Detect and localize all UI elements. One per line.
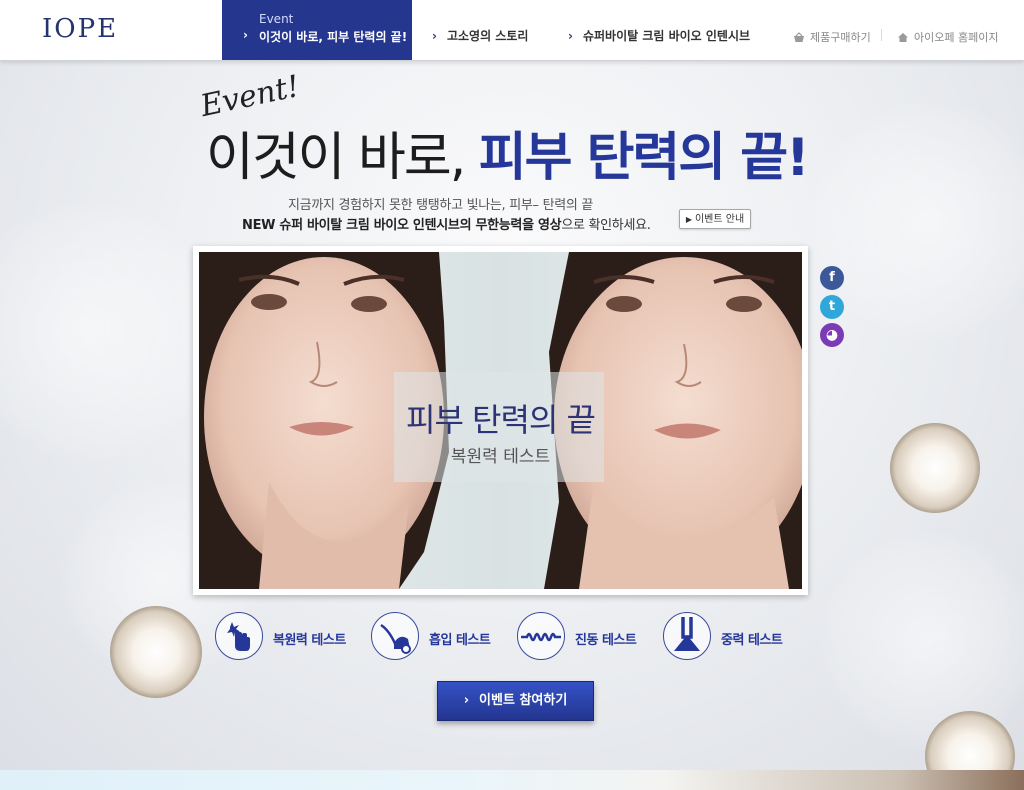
play-triangle-icon: ▶ xyxy=(685,215,692,224)
test-restoration-label: 복원력 테스트 xyxy=(273,633,346,648)
buy-product-link[interactable]: 제품구매하기 xyxy=(793,29,871,45)
bokeh-decoration xyxy=(0,201,220,461)
nav-event-label: 이것이 바로, 피부 탄력의 끝! xyxy=(259,30,408,44)
nav-item-product[interactable]: › 슈퍼바이탈 크림 바이오 인텐시브 xyxy=(568,27,750,44)
chevron-right-icon: › xyxy=(568,29,573,43)
vacuum-icon xyxy=(371,612,419,660)
event-info-label: 이벤트 안내 xyxy=(694,214,745,225)
chevron-right-icon: › xyxy=(432,29,437,43)
nav-story-label: 고소영의 스토리 xyxy=(446,29,529,43)
nav-product-label: 슈퍼바이탈 크림 바이오 인텐시브 xyxy=(582,29,751,43)
sub-copy-2-rest: 으로 확인하세요. xyxy=(561,218,651,233)
me2day-glyph: ◕ xyxy=(825,327,839,343)
video-frame: 피부 탄력의 끝 복원력 테스트 xyxy=(199,252,802,589)
sub-copy-2: NEW 슈퍼 바이탈 크림 바이오 인텐시브의 무한능력을 영상으로 확인하세요… xyxy=(242,214,651,233)
test-suction-label: 흡입 테스트 xyxy=(429,633,491,648)
util-divider xyxy=(881,29,882,41)
gravity-icon xyxy=(663,612,711,660)
gravity-glyph xyxy=(674,617,700,651)
nav-item-story[interactable]: › 고소영의 스토리 xyxy=(432,27,528,44)
test-suction[interactable]: 흡입 테스트 xyxy=(371,612,501,662)
pearl-decoration xyxy=(890,423,980,513)
basket-icon xyxy=(794,32,804,42)
test-vibration[interactable]: 진동 테스트 xyxy=(517,612,647,662)
twitter-glyph: t xyxy=(828,299,836,314)
facebook-glyph: f xyxy=(829,270,835,285)
join-event-button[interactable]: › 이벤트 참여하기 xyxy=(437,681,594,721)
top-header: IOPE Event › 이것이 바로, 피부 탄력의 끝! › 고소영의 스토리… xyxy=(0,0,1024,61)
event-main: Event! 이것이 바로, 피부 탄력의 끝! 지금까지 경험하지 못한 탱탱… xyxy=(0,61,1024,770)
nav-item-event[interactable]: Event › 이것이 바로, 피부 탄력의 끝! xyxy=(222,0,412,60)
test-gravity[interactable]: 중력 테스트 xyxy=(663,612,793,662)
me2day-share-icon[interactable]: ◕ xyxy=(820,323,844,347)
headline-dark: 이것이 바로, xyxy=(206,128,466,188)
wave-icon xyxy=(517,612,565,660)
video-subtitle: 복원력 테스트 xyxy=(450,447,551,467)
video-player[interactable]: 피부 탄력의 끝 복원력 테스트 xyxy=(193,246,808,595)
bottom-strip xyxy=(0,770,1024,790)
headline-blue: 피부 탄력의 끝! xyxy=(478,128,810,188)
iope-home-link[interactable]: 아이오페 홈페이지 xyxy=(897,29,998,45)
test-gravity-label: 중력 테스트 xyxy=(721,633,783,648)
hand-press-glyph xyxy=(227,622,250,651)
vacuum-glyph xyxy=(380,623,411,654)
iope-logo[interactable]: IOPE xyxy=(42,14,118,44)
twitter-share-icon[interactable]: t xyxy=(820,295,844,319)
home-icon xyxy=(898,33,908,42)
join-event-label: 이벤트 참여하기 xyxy=(479,693,568,708)
event-info-button[interactable]: ▶ 이벤트 안내 xyxy=(679,209,751,229)
nav-event-tag: Event xyxy=(259,12,294,26)
video-title: 피부 탄력의 끝 xyxy=(406,401,596,439)
chevron-right-icon: › xyxy=(243,28,248,42)
sub-copy-2-bold: NEW 슈퍼 바이탈 크림 바이오 인텐시브의 무한능력을 영상 xyxy=(242,218,562,233)
main-headline: 이것이 바로, 피부 탄력의 끝! xyxy=(206,115,810,190)
chevron-right-icon: › xyxy=(463,693,470,708)
facebook-share-icon[interactable]: f xyxy=(820,266,844,290)
hand-press-icon xyxy=(215,612,263,660)
wave-glyph xyxy=(521,632,561,642)
iope-home-label: 아이오페 홈페이지 xyxy=(914,31,999,44)
sub-copy-1: 지금까지 경험하지 못한 탱탱하고 빛나는, 피부– 탄력의 끝 xyxy=(288,198,594,213)
test-vibration-label: 진동 테스트 xyxy=(575,633,637,648)
pearl-decoration xyxy=(110,606,202,698)
buy-product-label: 제품구매하기 xyxy=(810,31,871,44)
test-restoration[interactable]: 복원력 테스트 xyxy=(215,612,355,662)
